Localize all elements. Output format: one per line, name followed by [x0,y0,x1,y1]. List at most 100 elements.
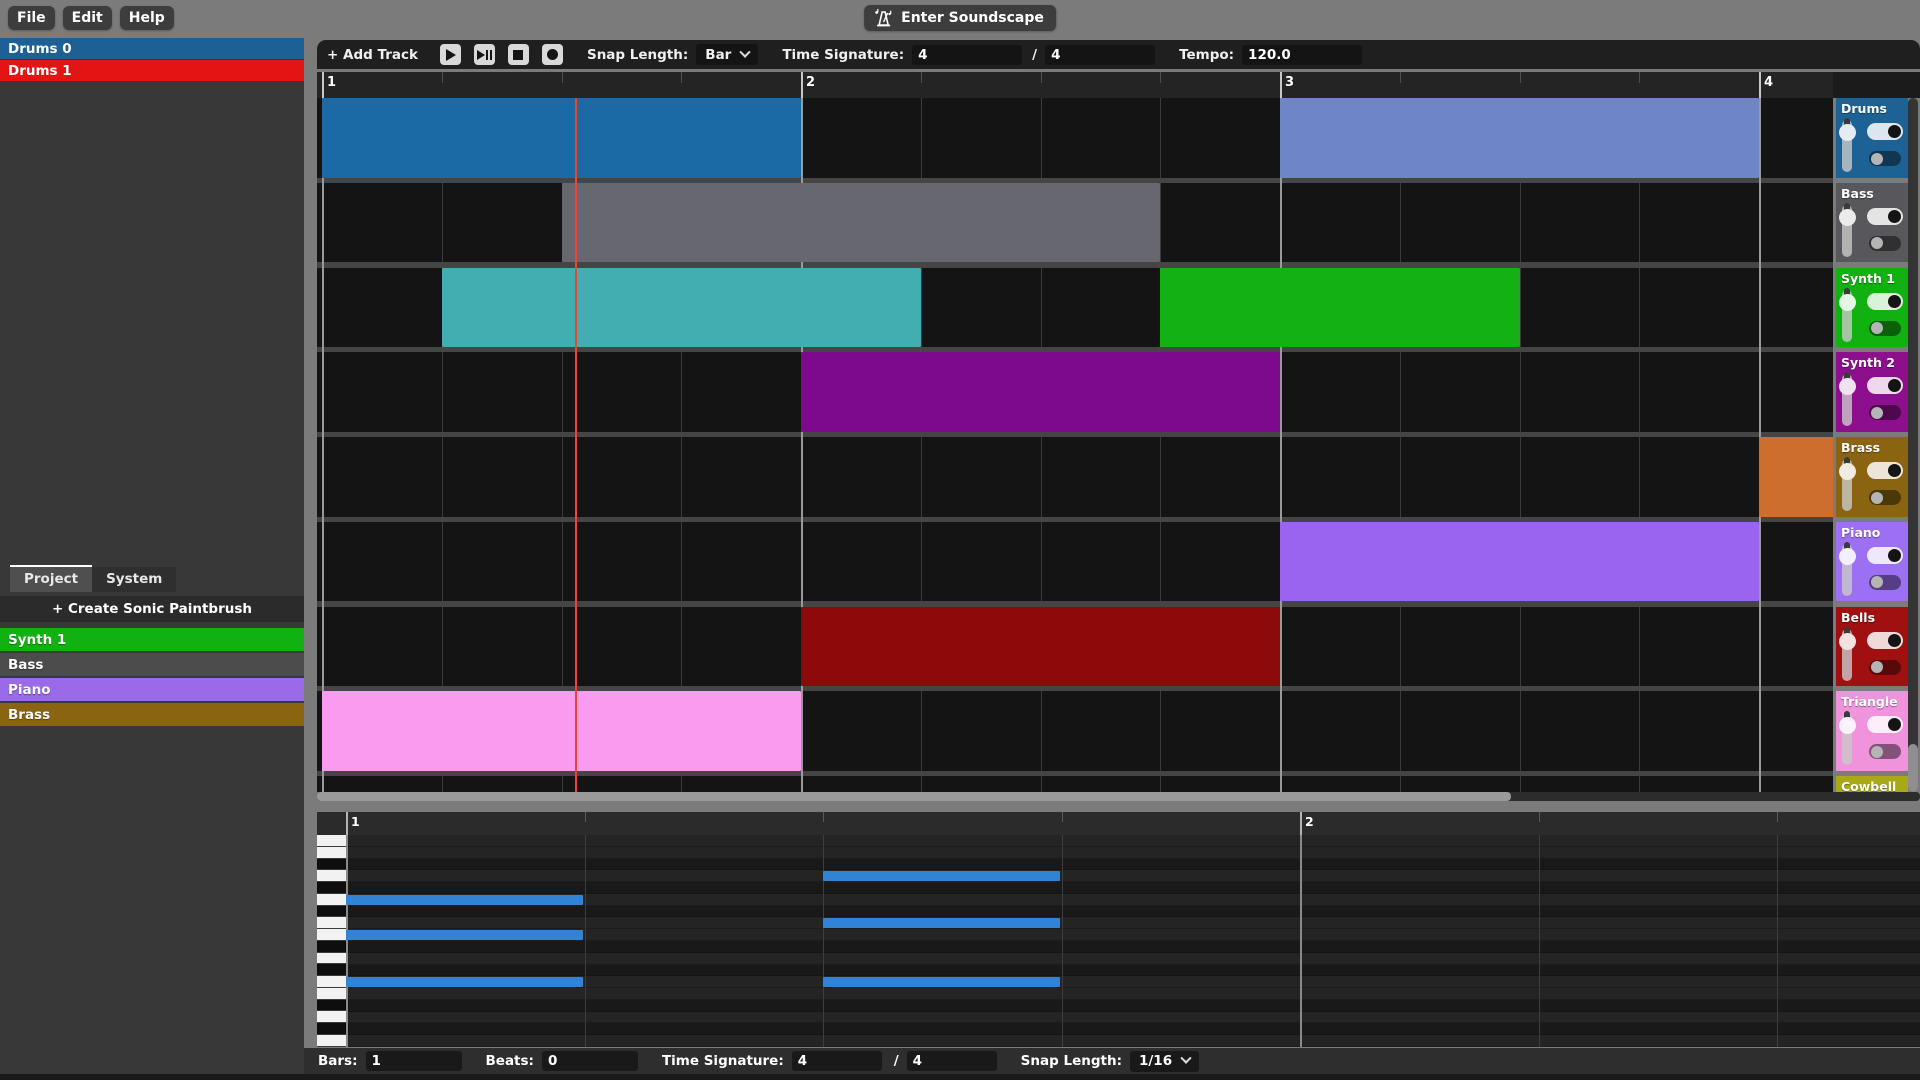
timeline-ruler[interactable]: 1234 [317,72,1833,98]
menu-button-help[interactable]: Help [120,6,174,30]
horizontal-scrollbar-thumb[interactable] [317,792,1511,801]
volume-slider-knob[interactable] [1839,548,1856,565]
piano-key-black[interactable] [317,1023,346,1035]
add-track-button[interactable]: + Add Track [327,47,418,63]
midi-note[interactable] [346,930,583,940]
midi-note[interactable] [823,871,1060,881]
toggle-on[interactable] [1867,293,1903,310]
clip-drums[interactable] [1280,98,1759,178]
volume-slider-knob[interactable] [1839,717,1856,734]
pr-snap-length-select[interactable]: 1/16 [1130,1051,1199,1072]
piano-key-black[interactable] [317,859,346,871]
volume-slider-knob[interactable] [1839,378,1856,395]
pr-time-signature-numerator-input[interactable] [792,1051,882,1071]
volume-slider-knob[interactable] [1839,294,1856,311]
menu-button-edit[interactable]: Edit [63,6,112,30]
volume-slider[interactable] [1842,290,1852,342]
piano-key-white[interactable] [317,929,346,941]
toggle-on[interactable] [1867,716,1903,733]
clip-triangle[interactable] [322,691,801,771]
piano-key-black[interactable] [317,906,346,918]
piano-key-white[interactable] [317,976,346,988]
bars-input[interactable] [366,1051,462,1071]
piano-key-black[interactable] [317,941,346,953]
piano-key-white[interactable] [317,1011,346,1023]
volume-slider[interactable] [1842,629,1852,681]
beats-input[interactable] [542,1051,638,1071]
volume-slider[interactable] [1842,459,1852,511]
playhead[interactable] [575,98,577,792]
transport-stop-button[interactable] [508,44,529,65]
piano-key-white[interactable] [317,1035,346,1047]
tempo-input[interactable] [1242,45,1362,65]
clip-list-item[interactable]: Drums 0 [0,38,304,59]
toggle-on[interactable] [1867,377,1903,394]
vertical-scrollbar-thumb[interactable] [1908,744,1918,792]
clip-piano[interactable] [1280,522,1759,602]
midi-note[interactable] [346,895,583,905]
time-signature-denominator-input[interactable] [1045,45,1155,65]
volume-slider[interactable] [1842,374,1852,426]
piano-key-black[interactable] [317,882,346,894]
midi-note[interactable] [346,977,583,987]
tab-project[interactable]: Project [10,565,92,592]
tab-system[interactable]: System [92,567,176,592]
toggle-off[interactable] [1869,321,1901,336]
paintbrush-item[interactable]: Synth 1 [0,628,304,651]
clip-bells[interactable] [801,607,1280,687]
toggle-off[interactable] [1869,744,1901,759]
piano-key-white[interactable] [317,894,346,906]
clip-drums[interactable] [322,98,801,178]
volume-slider[interactable] [1842,713,1852,765]
vertical-scrollbar[interactable] [1908,98,1918,792]
paintbrush-item[interactable]: Piano [0,678,304,701]
toggle-off[interactable] [1869,151,1901,166]
piano-key-white[interactable] [317,835,346,847]
piano-key-white[interactable] [317,988,346,1000]
toggle-on[interactable] [1867,123,1903,140]
toggle-on[interactable] [1867,547,1903,564]
toggle-off[interactable] [1869,236,1901,251]
volume-slider-knob[interactable] [1839,633,1856,650]
clip-synth-2[interactable] [801,352,1280,432]
toggle-on[interactable] [1867,208,1903,225]
midi-note[interactable] [823,977,1060,987]
volume-slider-knob[interactable] [1839,209,1856,226]
enter-soundscape-button[interactable]: Enter Soundscape [864,5,1056,31]
piano-key-black[interactable] [317,1000,346,1012]
transport-play-pause-button[interactable] [474,44,495,65]
volume-slider-knob[interactable] [1839,124,1856,141]
menu-button-file[interactable]: File [8,6,55,30]
piano-key-black[interactable] [317,964,346,976]
clip-bass[interactable] [562,183,1161,263]
time-signature-numerator-input[interactable] [912,45,1022,65]
snap-length-select[interactable]: Bar [696,44,758,65]
volume-slider[interactable] [1842,205,1852,257]
piano-key-white[interactable] [317,917,346,929]
piano-key-white[interactable] [317,870,346,882]
toggle-off[interactable] [1869,405,1901,420]
clip-synth-1[interactable] [442,268,921,348]
transport-play-button[interactable] [440,44,461,65]
volume-slider[interactable] [1842,120,1852,172]
piano-key-white[interactable] [317,953,346,965]
horizontal-scrollbar[interactable] [317,792,1920,801]
paintbrush-item[interactable]: Bass [0,653,304,676]
piano-key-white[interactable] [317,847,346,859]
transport-record-button[interactable] [542,44,563,65]
toggle-off[interactable] [1869,490,1901,505]
clip-synth-1[interactable] [1160,268,1519,348]
volume-slider[interactable] [1842,544,1852,596]
toggle-off[interactable] [1869,575,1901,590]
arrangement-grid[interactable] [317,98,1833,792]
toggle-off[interactable] [1869,660,1901,675]
pr-time-signature-denominator-input[interactable] [907,1051,997,1071]
volume-slider-knob[interactable] [1839,463,1856,480]
paintbrush-item[interactable]: Brass [0,703,304,726]
clip-list-item[interactable]: Drums 1 [0,60,304,81]
create-sonic-paintbrush-button[interactable]: + Create Sonic Paintbrush [0,596,304,622]
midi-note[interactable] [823,918,1060,928]
piano-roll-ruler[interactable]: 12 [317,812,1920,835]
toggle-on[interactable] [1867,632,1903,649]
toggle-on[interactable] [1867,462,1903,479]
